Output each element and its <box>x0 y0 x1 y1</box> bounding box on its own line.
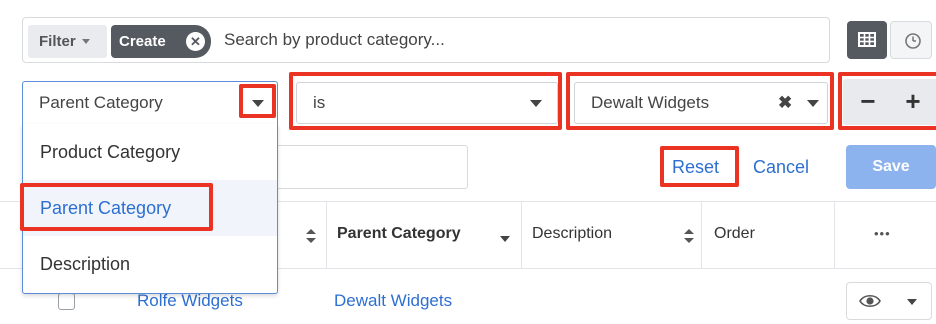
value-select-value: Dewalt Widgets <box>591 93 710 112</box>
operator-select[interactable]: is <box>296 82 558 124</box>
column-header-order[interactable]: Order <box>714 225 755 243</box>
column-header-description[interactable]: Description <box>532 225 612 243</box>
value-select[interactable]: Dewalt Widgets ✖ <box>574 82 828 124</box>
operator-select-value: is <box>313 93 326 112</box>
chevron-down-icon[interactable] <box>907 299 917 305</box>
close-icon[interactable]: ✕ <box>186 32 205 51</box>
cancel-button[interactable]: Cancel <box>753 157 809 178</box>
dropdown-option-description[interactable]: Description <box>23 236 277 292</box>
add-remove-filter-group: − + <box>843 79 936 125</box>
dropdown-option-parent-category[interactable]: Parent Category <box>23 180 277 236</box>
column-divider <box>326 201 327 269</box>
create-pill-label: Create <box>119 33 166 50</box>
activity-view-button[interactable] <box>890 21 932 59</box>
chevron-down-icon <box>530 100 542 107</box>
field-dropdown-list: Product Category Parent Category Descrip… <box>22 124 278 294</box>
sort-descending-icon[interactable] <box>500 236 510 242</box>
reset-button[interactable]: Reset <box>672 157 719 178</box>
row-name-link[interactable]: Rolfe Widgets <box>137 291 243 311</box>
column-divider <box>834 201 835 269</box>
sort-icon[interactable] <box>684 229 694 243</box>
remove-filter-button[interactable]: − <box>845 79 891 125</box>
list-view-button[interactable] <box>847 21 887 59</box>
field-select[interactable]: Parent Category <box>22 81 278 125</box>
column-divider <box>521 201 522 269</box>
chevron-down-icon <box>81 39 90 44</box>
clear-icon[interactable]: ✖ <box>778 93 792 113</box>
table-icon <box>858 32 876 47</box>
save-button[interactable]: Save <box>846 145 936 189</box>
column-header-parent-category[interactable]: Parent Category <box>337 225 461 243</box>
row-actions <box>846 282 932 320</box>
add-filter-button[interactable]: + <box>890 79 936 125</box>
filter-name-input[interactable] <box>270 145 468 189</box>
clock-icon <box>905 33 921 49</box>
chevron-down-icon <box>252 100 264 107</box>
create-filter-pill[interactable]: Create ✕ <box>111 25 211 58</box>
row-checkbox[interactable] <box>58 293 75 310</box>
column-divider <box>701 201 702 269</box>
field-select-value: Parent Category <box>39 93 163 112</box>
eye-icon[interactable] <box>859 293 881 309</box>
chevron-down-icon <box>807 100 819 107</box>
dropdown-option-product-category[interactable]: Product Category <box>23 124 277 180</box>
more-columns-icon[interactable]: ••• <box>874 226 891 241</box>
search-input[interactable]: Search by product category... <box>224 30 445 50</box>
filter-dropdown-label: Filter <box>39 33 76 50</box>
filter-dropdown[interactable]: Filter <box>28 25 107 58</box>
row-parent-category-link[interactable]: Dewalt Widgets <box>334 291 452 311</box>
sort-icon[interactable] <box>306 229 316 243</box>
